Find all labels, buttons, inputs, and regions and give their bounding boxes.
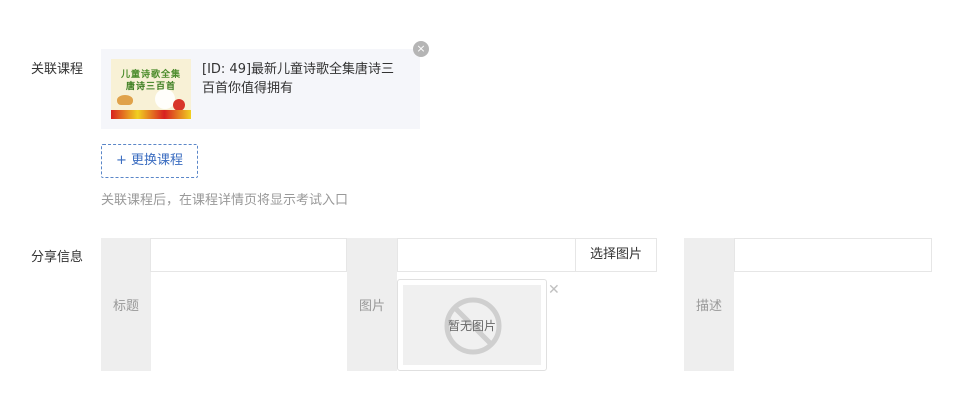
thumbnail-sheep-decoration [155, 89, 175, 109]
desc-input[interactable] [734, 238, 932, 272]
desc-field-label: 描述 [684, 238, 734, 371]
title-input[interactable] [150, 238, 347, 272]
image-preview: 暂无图片 [397, 279, 547, 371]
change-course-button[interactable]: + 更换课程 [101, 144, 198, 178]
thumbnail-flowers-decoration [111, 110, 191, 119]
thumbnail-text-line2: 唐诗三百首 [125, 82, 176, 92]
image-close-icon[interactable]: ✕ [548, 282, 560, 298]
remove-course-icon[interactable]: × [413, 41, 429, 57]
related-course-hint: 关联课程后，在课程详情页将显示考试入口 [101, 193, 349, 208]
image-placeholder: 暂无图片 [403, 285, 541, 365]
image-field-label: 图片 [347, 238, 397, 371]
share-info-label: 分享信息 [31, 250, 84, 265]
select-image-button[interactable]: 选择图片 [575, 238, 657, 272]
no-image-text: 暂无图片 [447, 319, 496, 333]
course-card: 儿童诗歌全集 唐诗三百首 [ID: 49]最新儿童诗歌全集唐诗三百首你值得拥有 [101, 49, 420, 129]
related-course-label: 关联课程 [31, 62, 84, 77]
thumbnail-cake-decoration [117, 95, 133, 105]
image-url-input[interactable] [397, 238, 576, 272]
title-field-label: 标题 [101, 238, 151, 371]
course-title: [ID: 49]最新儿童诗歌全集唐诗三百首你值得拥有 [202, 62, 395, 96]
course-thumbnail: 儿童诗歌全集 唐诗三百首 [111, 59, 191, 119]
